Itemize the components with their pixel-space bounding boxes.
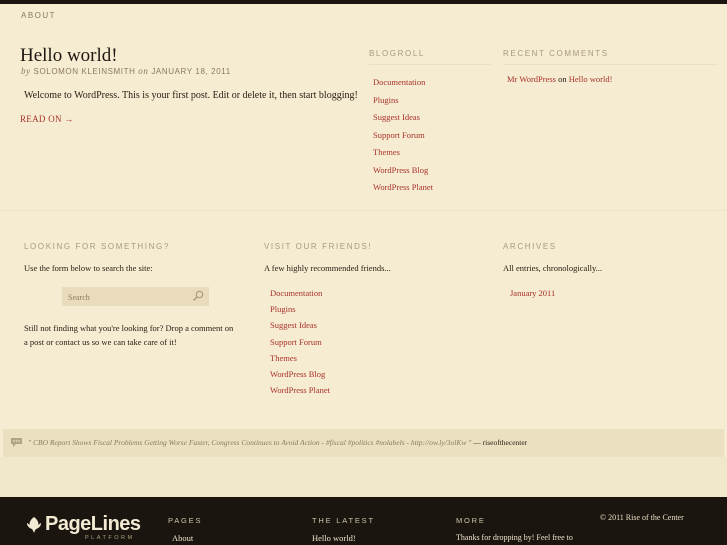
list-item[interactable]: Themes: [373, 144, 491, 162]
speech-bubble-icon: [11, 438, 22, 447]
list-item[interactable]: Plugins: [270, 301, 479, 317]
list-item[interactable]: Documentation: [373, 74, 491, 92]
comment-post-link[interactable]: Hello world!: [569, 74, 613, 84]
friend-link[interactable]: WordPress Blog: [270, 369, 325, 379]
blogroll-widget: BLOGROLL Documentation Plugins Suggest I…: [369, 49, 491, 197]
footer-pages: PAGES About: [168, 516, 202, 543]
nav-about-link[interactable]: ABOUT: [21, 11, 56, 20]
tweet-dash: —: [473, 438, 481, 447]
friend-link[interactable]: Themes: [270, 353, 297, 363]
list-item[interactable]: WordPress Blog: [373, 162, 491, 180]
blogroll-link[interactable]: WordPress Blog: [373, 165, 428, 175]
blogroll-link[interactable]: WordPress Planet: [373, 182, 433, 192]
comment-author-link[interactable]: Mr WordPress: [507, 74, 556, 84]
post-excerpt: Welcome to WordPress. This is your first…: [24, 90, 358, 101]
blogroll-list: Documentation Plugins Suggest Ideas Supp…: [369, 74, 491, 197]
search-form: [62, 287, 209, 307]
list-item[interactable]: WordPress Planet: [373, 179, 491, 197]
leaf-icon: [27, 517, 41, 533]
list-item[interactable]: Documentation: [270, 285, 479, 301]
post-date: JANUARY 18, 2011: [151, 67, 231, 76]
tweet-author-link[interactable]: riseofthecenter: [483, 438, 528, 447]
footer-latest-title: THE LATEST: [312, 516, 375, 525]
blogroll-link[interactable]: Support Forum: [373, 130, 425, 140]
meta-by: by: [21, 66, 31, 76]
footer-pages-title: PAGES: [168, 516, 203, 525]
twitter-bar: " CBO Report Shows Fiscal Problems Getti…: [3, 429, 724, 457]
list-item[interactable]: Suggest Ideas: [270, 317, 479, 333]
archives-widget: ARCHIVES All entries, chronologically...…: [503, 242, 718, 301]
list-item[interactable]: WordPress Blog: [270, 366, 479, 382]
search-input[interactable]: [62, 288, 182, 307]
friends-widget-title: VISIT OUR FRIENDS!: [264, 242, 373, 251]
footer-latest-link[interactable]: Hello world!: [312, 533, 375, 543]
post-meta: by SOLOMON KLEINSMITH on JANUARY 18, 201…: [21, 66, 231, 76]
recent-comments-title: RECENT COMMENTS: [503, 49, 718, 65]
footer-more-title: MORE: [456, 516, 486, 525]
tweet: " CBO Report Shows Fiscal Problems Getti…: [28, 438, 527, 447]
section-divider: [0, 210, 727, 211]
list-item[interactable]: January 2011: [510, 285, 718, 301]
list-item[interactable]: WordPress Planet: [270, 382, 479, 398]
list-item[interactable]: Themes: [270, 350, 479, 366]
recent-comment-item: Mr WordPress on Hello world!: [503, 74, 718, 84]
search-icon[interactable]: [192, 290, 204, 302]
friends-intro: A few highly recommended friends...: [264, 263, 391, 273]
search-outro: Still not finding what you're looking fo…: [24, 323, 234, 347]
footer-about-link[interactable]: About: [168, 533, 202, 543]
search-widget-title: LOOKING FOR SOMETHING?: [24, 242, 170, 251]
blogroll-link[interactable]: Themes: [373, 147, 400, 157]
friends-list: Documentation Plugins Suggest Ideas Supp…: [264, 285, 479, 398]
archives-widget-title: ARCHIVES: [503, 242, 557, 251]
logo-subtitle: PLATFORM: [85, 535, 135, 541]
footer-latest: THE LATEST Hello world!: [312, 516, 375, 543]
archive-link[interactable]: January 2011: [510, 288, 555, 298]
footer-more: MORE Thanks for dropping by! Feel free t…: [456, 516, 573, 542]
recent-comments-widget: RECENT COMMENTS Mr WordPress on Hello wo…: [503, 49, 718, 84]
list-item[interactable]: Support Forum: [373, 127, 491, 145]
blogroll-title: BLOGROLL: [369, 49, 491, 65]
meta-on: on: [138, 66, 149, 76]
archives-intro: All entries, chronologically...: [503, 263, 603, 273]
footer-more-text: Thanks for dropping by! Feel free to: [456, 533, 573, 542]
blogroll-link[interactable]: Suggest Ideas: [373, 112, 420, 122]
post-author[interactable]: SOLOMON KLEINSMITH: [34, 67, 136, 76]
post-title[interactable]: Hello world!: [20, 45, 118, 67]
friend-link[interactable]: WordPress Planet: [270, 385, 330, 395]
comment-on-text: on: [558, 74, 567, 84]
friends-widget: VISIT OUR FRIENDS! A few highly recommen…: [264, 242, 479, 398]
tweet-text: " CBO Report Shows Fiscal Problems Getti…: [28, 438, 472, 447]
friend-link[interactable]: Documentation: [270, 288, 322, 298]
friend-link[interactable]: Plugins: [270, 304, 296, 314]
nav-about[interactable]: ABOUT: [21, 11, 56, 20]
pattern-band: [0, 457, 727, 497]
friend-link[interactable]: Suggest Ideas: [270, 320, 317, 330]
list-item[interactable]: Suggest Ideas: [373, 109, 491, 127]
search-intro: Use the form below to search the site:: [24, 263, 153, 273]
archives-list: January 2011: [503, 285, 718, 301]
blogroll-link[interactable]: Plugins: [373, 95, 399, 105]
pagelines-logo[interactable]: PageLines PLATFORM: [25, 513, 141, 543]
list-item[interactable]: Support Forum: [270, 334, 479, 350]
top-bar: [0, 0, 727, 4]
footer-copyright: © 2011 Rise of the Center: [600, 513, 684, 522]
read-on-link[interactable]: READ ON →: [20, 114, 74, 124]
search-widget: LOOKING FOR SOMETHING? Use the form belo…: [24, 242, 239, 349]
list-item[interactable]: Plugins: [373, 92, 491, 110]
footer: PageLines PLATFORM PAGES About THE LATES…: [0, 497, 727, 545]
blogroll-link[interactable]: Documentation: [373, 77, 425, 87]
logo-text: PageLines: [45, 513, 141, 535]
friend-link[interactable]: Support Forum: [270, 337, 322, 347]
